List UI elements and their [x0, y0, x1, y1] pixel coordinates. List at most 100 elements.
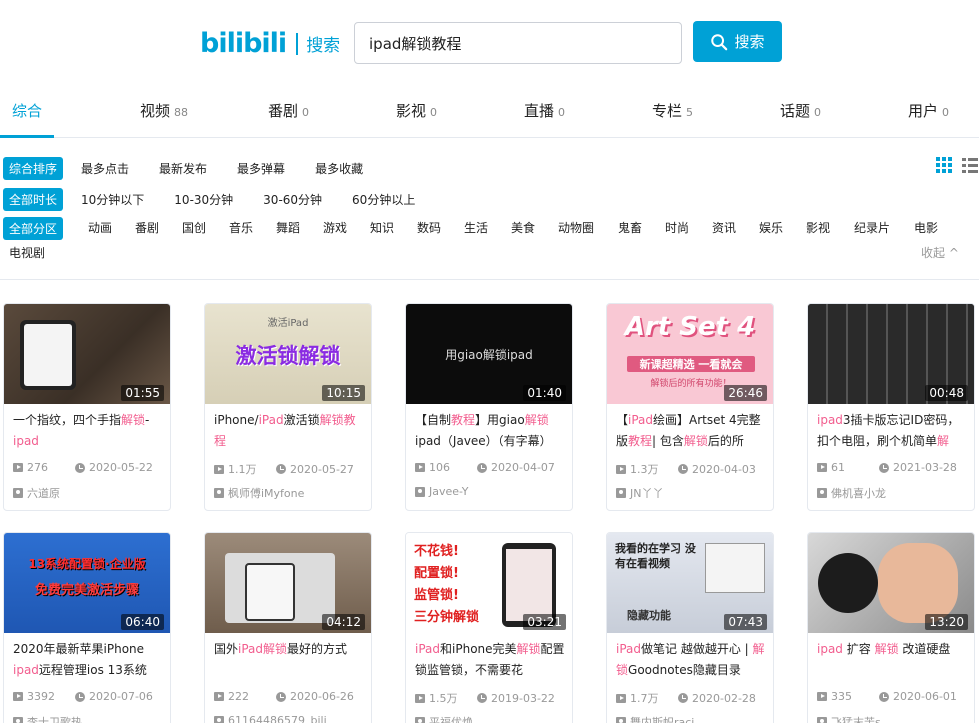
video-author[interactable]: 61164486579_bili	[214, 714, 327, 723]
video-title[interactable]: 【iPad绘画】Artset 4完整版教程| 包含解锁后的所	[616, 410, 768, 452]
collapse-filters-button[interactable]: 收起 ^	[921, 244, 959, 261]
video-card[interactable]: 我看的在学习 没有在看视频 隐藏功能 07:43 iPad做笔记 越做越开心 |…	[606, 532, 774, 723]
video-card[interactable]: 激活iPad 激活锁解锁 10:15 iPhone/iPad激活锁解锁教程 1.…	[204, 303, 372, 511]
video-author[interactable]: 李士卫歌热	[13, 714, 82, 723]
zone-option[interactable]: 游戏	[323, 219, 347, 236]
zone-option[interactable]: 舞蹈	[276, 219, 300, 236]
video-author[interactable]: 六道原	[13, 485, 60, 501]
video-card[interactable]: 13:20 ipad 扩容 解锁 改道硬盘 335 2020-06-01 飞猛末苦…	[807, 532, 975, 723]
zone-label[interactable]: 全部分区	[3, 216, 64, 240]
video-title[interactable]: ipad3插卡版忘记ID密码，扣个电阻，刷个机简单解	[817, 410, 969, 452]
video-card[interactable]: Art Set 4 新课超精选 一看就会 解锁后的所有功能！ 26:46 【iP…	[606, 303, 774, 511]
zone-option[interactable]: 番剧	[135, 219, 159, 236]
clock-icon	[276, 691, 286, 702]
video-title[interactable]: ipad 扩容 解锁 改道硬盘	[817, 639, 969, 681]
search-input[interactable]	[354, 22, 682, 64]
search-button[interactable]: 搜索	[693, 21, 782, 62]
video-title[interactable]: iPad做笔记 越做越开心 | 解锁Goodnotes隐藏目录	[616, 639, 768, 681]
tab-live[interactable]: 直播 0	[524, 100, 565, 121]
video-thumbnail[interactable]: 用giao解锁ipad 01:40	[406, 304, 572, 404]
zone-option[interactable]: 鬼畜	[618, 219, 642, 236]
tab-topic[interactable]: 话题 0	[780, 100, 821, 121]
video-thumbnail[interactable]: 我看的在学习 没有在看视频 隐藏功能 07:43	[607, 533, 773, 633]
tab-all[interactable]: 综合	[12, 100, 42, 121]
video-title[interactable]: 【自制教程】用giao解锁 ipad（Javee）（有字幕）	[415, 410, 567, 452]
video-author[interactable]: 枫师傅iMyfone	[214, 485, 304, 501]
video-thumbnail[interactable]: Art Set 4 新课超精选 一看就会 解锁后的所有功能！ 26:46	[607, 304, 773, 404]
uploader-name: 李士卫歌热	[27, 716, 82, 723]
sort-option[interactable]: 最多弹幕	[237, 160, 285, 177]
duration-option[interactable]: 10-30分钟	[174, 191, 233, 208]
zone-option[interactable]: 知识	[370, 219, 394, 236]
video-author[interactable]: Javee-Y	[415, 485, 468, 498]
uploader-name: JN丫丫	[630, 487, 664, 500]
zone-option[interactable]: 娱乐	[759, 219, 783, 236]
upload-date: 2020-04-07	[491, 461, 555, 474]
tab-bangumi[interactable]: 番剧 0	[268, 100, 309, 121]
zone-option[interactable]: 动画	[88, 219, 112, 236]
tab-article[interactable]: 专栏 5	[652, 100, 693, 121]
video-thumbnail[interactable]: 04:12	[205, 533, 371, 633]
video-author[interactable]: 舞内斯帜raci	[616, 714, 694, 723]
video-title[interactable]: iPad和iPhone完美解锁配置锁监管锁，不需要花	[415, 639, 567, 681]
video-author[interactable]: 飞猛末苦s	[817, 714, 881, 723]
video-thumbnail[interactable]: 13系统配置锁·企业版 免费完美激活步骤 06:40	[4, 533, 170, 633]
video-card[interactable]: 04:12 国外iPad解锁最好的方式 222 2020-06-26 611644…	[204, 532, 372, 723]
zone-option[interactable]: 纪录片	[854, 219, 890, 236]
bilibili-logo[interactable]: bilibili 搜索	[200, 28, 340, 59]
list-view-icon[interactable]	[962, 157, 978, 173]
sort-label[interactable]: 综合排序	[3, 156, 64, 180]
video-card[interactable]: 00:48 ipad3插卡版忘记ID密码，扣个电阻，刷个机简单解 61 2021-…	[807, 303, 975, 511]
zone-option[interactable]: 资讯	[712, 219, 736, 236]
video-thumbnail[interactable]: 激活iPad 激活锁解锁 10:15	[205, 304, 371, 404]
play-count-icon	[616, 464, 626, 474]
video-card[interactable]: 用giao解锁ipad 01:40 【自制教程】用giao解锁 ipad（Jav…	[405, 303, 573, 511]
video-card[interactable]: 不花钱! 配置锁! 监管锁! 三分钟解锁 03:21 iPad和iPhone完美…	[405, 532, 573, 723]
zone-option[interactable]: 美食	[511, 219, 535, 236]
video-author[interactable]: JN丫丫	[616, 485, 663, 501]
video-card[interactable]: 13系统配置锁·企业版 免费完美激活步骤 06:40 2020年最新苹果iPho…	[3, 532, 171, 723]
tab-film[interactable]: 影视 0	[396, 100, 437, 121]
video-card[interactable]: 01:55 一个指纹，四个手指解锁- ipad 276 2020-05-22 六道…	[3, 303, 171, 511]
play-count-icon	[616, 693, 626, 703]
zone-option[interactable]: 国创	[182, 219, 206, 236]
upload-date: 2020-04-03	[692, 462, 756, 476]
video-duration: 26:46	[724, 385, 767, 401]
play-count-icon	[415, 463, 425, 472]
sort-option[interactable]: 最新发布	[159, 160, 207, 177]
play-count: 106	[429, 461, 450, 474]
tab-count: 0	[430, 106, 438, 119]
zone-option[interactable]: 动物圈	[558, 219, 594, 236]
zone-option[interactable]: 音乐	[229, 219, 253, 236]
video-thumbnail[interactable]: 不花钱! 配置锁! 监管锁! 三分钟解锁 03:21	[406, 533, 572, 633]
video-title[interactable]: iPhone/iPad激活锁解锁教程	[214, 410, 366, 452]
tab-label: 视频	[140, 102, 171, 120]
duration-option[interactable]: 10分钟以下	[81, 191, 144, 208]
duration-option[interactable]: 30-60分钟	[263, 191, 322, 208]
zone-option[interactable]: 数码	[417, 219, 441, 236]
uploader-icon	[415, 486, 425, 497]
zone-option[interactable]: 生活	[464, 219, 488, 236]
video-author[interactable]: 平福优焕	[415, 714, 473, 723]
video-thumbnail[interactable]: 13:20	[808, 533, 974, 633]
duration-label[interactable]: 全部时长	[3, 187, 64, 211]
video-author[interactable]: 佛机喜小龙	[817, 485, 886, 501]
sort-option[interactable]: 最多点击	[81, 160, 129, 177]
zone-option[interactable]: 电影	[914, 219, 938, 236]
video-duration: 00:48	[925, 385, 968, 401]
zone-option[interactable]: 影视	[806, 219, 830, 236]
video-title[interactable]: 一个指纹，四个手指解锁- ipad	[13, 410, 165, 452]
video-duration: 03:21	[523, 614, 566, 630]
duration-option[interactable]: 60分钟以上	[352, 191, 415, 208]
zone-option[interactable]: 时尚	[665, 219, 689, 236]
video-title[interactable]: 国外iPad解锁最好的方式	[214, 639, 366, 681]
video-title[interactable]: 2020年最新苹果iPhone ipad远程管理ios 13系统	[13, 639, 165, 681]
tab-video[interactable]: 视频 88	[140, 100, 188, 121]
sort-option[interactable]: 最多收藏	[315, 160, 363, 177]
clock-icon	[75, 691, 85, 702]
tab-user[interactable]: 用户 0	[908, 100, 949, 121]
zone-option[interactable]: 电视剧	[9, 244, 45, 261]
grid-view-icon[interactable]	[936, 157, 952, 173]
video-thumbnail[interactable]: 00:48	[808, 304, 974, 404]
video-thumbnail[interactable]: 01:55	[4, 304, 170, 404]
